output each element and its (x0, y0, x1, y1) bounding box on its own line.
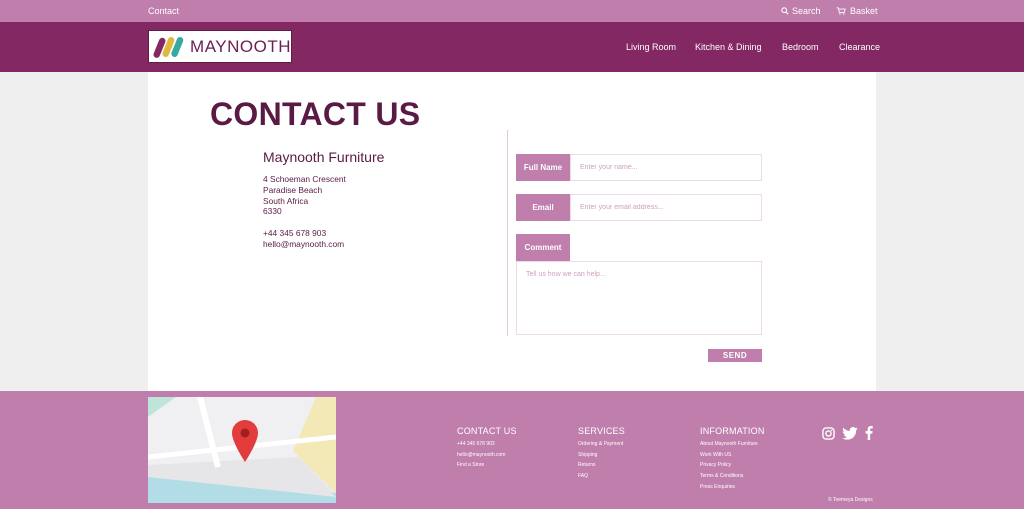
nav-item-living-room[interactable]: Living Room (626, 42, 676, 52)
footer-link[interactable]: Ordering & Payment (578, 439, 625, 450)
footer-link[interactable]: Work With US (700, 450, 765, 461)
column-divider (507, 130, 508, 336)
email-input[interactable] (570, 194, 762, 221)
send-button[interactable]: SEND (708, 349, 762, 362)
page-title: CONTACT US (210, 96, 421, 132)
footer-link[interactable]: Find a Store (457, 460, 517, 471)
twitter-icon[interactable] (842, 426, 858, 440)
basket-label: Basket (850, 6, 878, 16)
comment-label: Comment (516, 234, 570, 261)
nav-item-kitchen-dining[interactable]: Kitchen & Dining (695, 42, 762, 52)
footer-link[interactable]: hello@maynooth.com (457, 450, 517, 461)
address-line: 6330 (263, 206, 282, 217)
comment-textarea[interactable] (516, 261, 762, 335)
store-map[interactable] (148, 397, 336, 503)
full-name-label: Full Name (516, 154, 570, 181)
footer-contact-heading: CONTACT US (457, 426, 517, 436)
footer-link[interactable]: Shipping (578, 450, 625, 461)
facebook-icon[interactable] (865, 426, 873, 440)
footer-contact-column: CONTACT US +44 345 678 903 hello@maynoot… (457, 426, 517, 471)
search-button[interactable]: Search (781, 6, 821, 16)
social-links (822, 426, 873, 440)
footer-services-heading: SERVICES (578, 426, 625, 436)
brand-logo[interactable]: MAYNOOTH (148, 30, 292, 63)
address-line: South Africa (263, 195, 309, 206)
footer-link[interactable]: Terms & Conditions (700, 471, 765, 482)
main-content: CONTACT US Maynooth Furniture 4 Schoeman… (148, 72, 876, 391)
footer-link[interactable]: +44 345 678 903 (457, 439, 517, 450)
contact-email[interactable]: hello@maynooth.com (263, 239, 384, 250)
search-label: Search (792, 6, 821, 16)
company-name: Maynooth Furniture (263, 149, 385, 165)
nav-item-bedroom[interactable]: Bedroom (782, 42, 819, 52)
brand-wordmark: MAYNOOTH (190, 36, 291, 56)
top-bar: Contact Search Basket (0, 0, 1024, 22)
address-block: Maynooth Furniture 4 Schoeman Crescent P… (263, 149, 384, 250)
footer-link[interactable]: Privacy Policy (700, 460, 765, 471)
footer-link[interactable]: Press Enquiries (700, 482, 765, 493)
basket-icon (836, 7, 846, 15)
address-line: Paradise Beach (263, 184, 323, 195)
full-name-input[interactable] (570, 154, 762, 181)
footer-link[interactable]: About Maynooth Furniture (700, 439, 765, 450)
instagram-icon[interactable] (822, 426, 835, 440)
contact-phone[interactable]: +44 345 678 903 (263, 228, 384, 239)
copyright-text: © Toemeya Designs (828, 497, 873, 503)
footer-information-heading: INFORMATION (700, 426, 765, 436)
site-footer: CONTACT US +44 345 678 903 hello@maynoot… (0, 391, 1024, 509)
nav-item-clearance[interactable]: Clearance (839, 42, 880, 52)
footer-link[interactable]: Returns (578, 460, 625, 471)
footer-information-column: INFORMATION About Maynooth Furniture Wor… (700, 426, 765, 493)
basket-button[interactable]: Basket (836, 6, 878, 16)
logo-mark-icon (153, 36, 184, 58)
map-pin-icon (232, 420, 258, 462)
footer-link[interactable]: FAQ (578, 471, 625, 482)
main-navbar: MAYNOOTH Living Room Kitchen & Dining Be… (0, 22, 1024, 72)
search-icon (781, 7, 789, 15)
address-line: 4 Schoeman Crescent (263, 174, 346, 184)
footer-services-column: SERVICES Ordering & Payment Shipping Ret… (578, 426, 625, 482)
contact-link[interactable]: Contact (148, 6, 179, 16)
email-label: Email (516, 194, 570, 221)
